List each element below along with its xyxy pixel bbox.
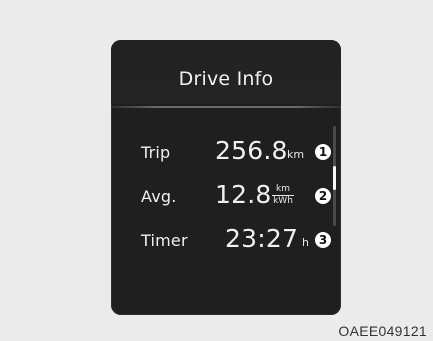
drive-info-display: Drive Info Trip 256.8 km 1 Avg. 12.8 km … (111, 40, 341, 315)
trip-value: 256.8 (215, 136, 288, 165)
timer-value: 23:27 (225, 224, 299, 253)
avg-value: 12.8 (215, 180, 272, 209)
avg-unit: km kWh (272, 185, 294, 206)
timer-unit: h (302, 236, 309, 249)
image-code-caption: OAEE049121 (338, 323, 427, 339)
scrollbar[interactable] (333, 126, 336, 226)
timer-label: Timer (141, 231, 188, 250)
avg-unit-denominator: kWh (273, 196, 293, 206)
header-divider (111, 106, 341, 108)
scroll-thumb[interactable] (333, 166, 336, 190)
timer-row: Timer 23:27 h 3 (111, 220, 341, 256)
callout-2: 2 (315, 188, 331, 204)
display-header: Drive Info (111, 40, 341, 104)
callout-1: 1 (315, 144, 331, 160)
callout-3: 3 (315, 232, 331, 248)
avg-unit-numerator: km (276, 184, 290, 194)
avg-row: Avg. 12.8 km kWh 2 (111, 176, 341, 212)
trip-row: Trip 256.8 km 1 (111, 132, 341, 168)
screen-title: Drive Info (178, 68, 274, 90)
avg-label: Avg. (141, 187, 177, 206)
trip-label: Trip (141, 143, 171, 162)
trip-unit: km (287, 148, 305, 161)
